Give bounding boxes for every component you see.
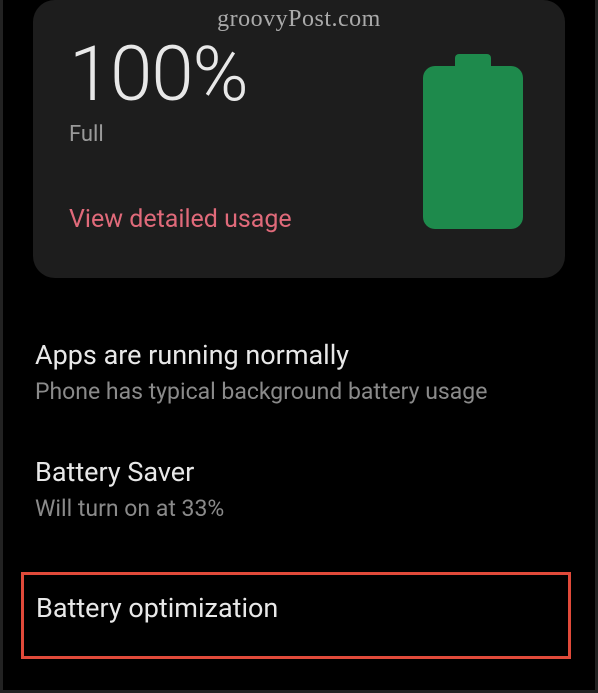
settings-list: Apps are running normally Phone has typi… [3, 278, 595, 659]
watermark-text: groovyPost.com [217, 6, 381, 33]
battery-saver-title: Battery Saver [35, 455, 563, 490]
battery-optimization-item[interactable]: Battery optimization [21, 572, 571, 659]
battery-saver-subtitle: Will turn on at 33% [35, 494, 563, 524]
battery-icon [423, 54, 523, 233]
battery-saver-item[interactable]: Battery Saver Will turn on at 33% [35, 455, 563, 524]
battery-percent: 100% [69, 36, 292, 112]
battery-optimization-title: Battery optimization [36, 591, 556, 626]
battery-status-card: 100% Full View detailed usage [33, 0, 565, 278]
battery-info: 100% Full View detailed usage [69, 36, 292, 234]
apps-running-title: Apps are running normally [35, 338, 563, 373]
view-detailed-usage-link[interactable]: View detailed usage [69, 205, 292, 234]
apps-running-item[interactable]: Apps are running normally Phone has typi… [35, 338, 563, 407]
battery-status-label: Full [69, 122, 292, 147]
apps-running-subtitle: Phone has typical background battery usa… [35, 377, 563, 407]
